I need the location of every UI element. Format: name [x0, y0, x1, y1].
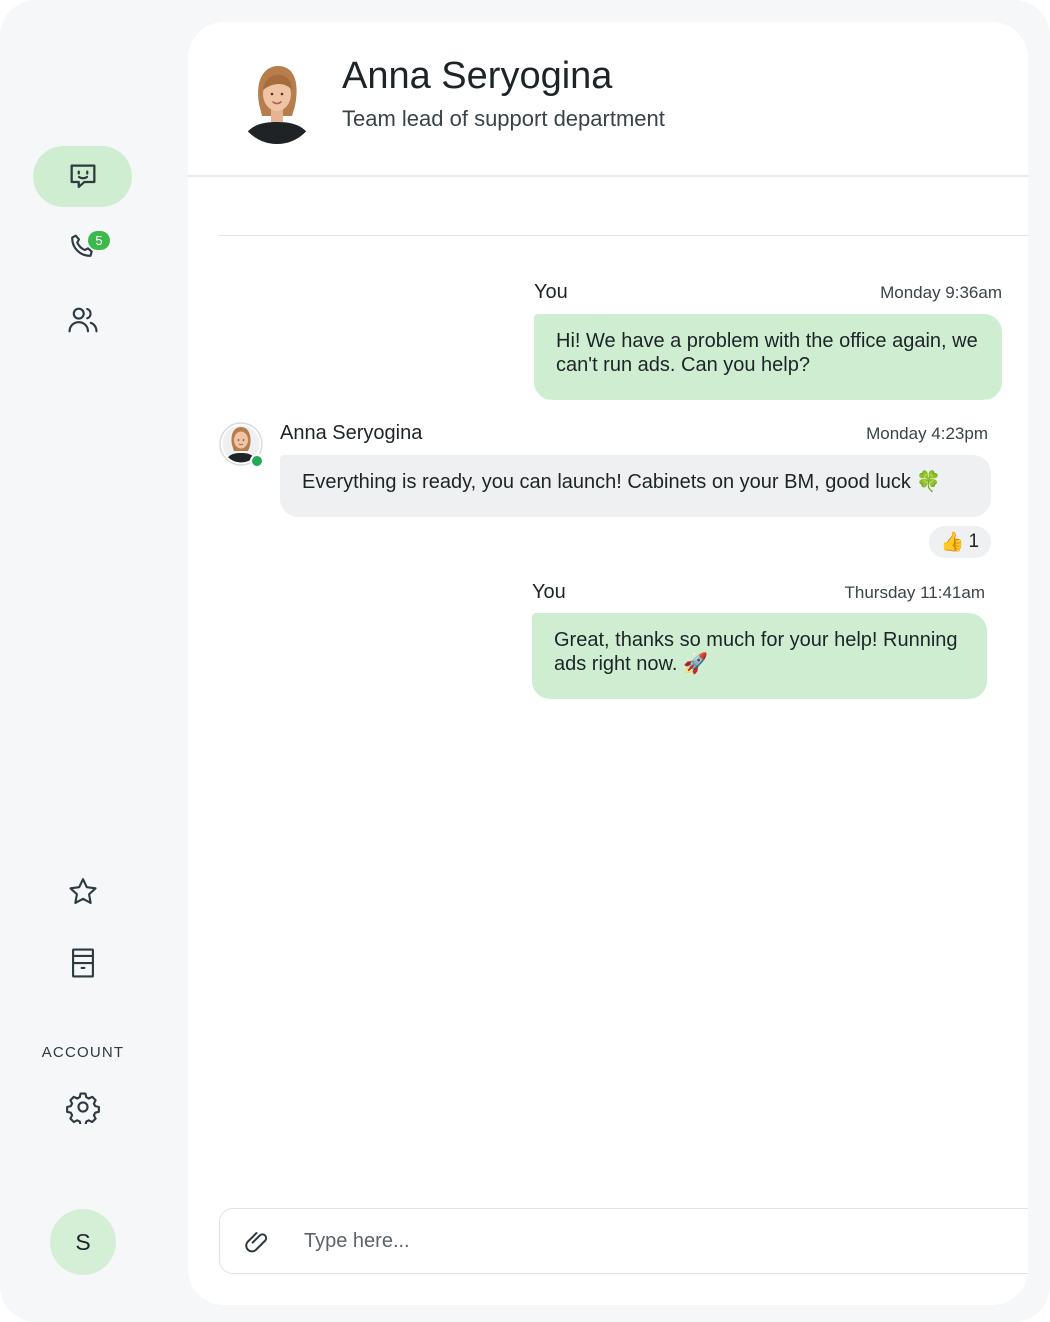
contact-name: Anna Seryogina: [342, 55, 613, 97]
online-status-indicator: [250, 454, 264, 468]
message-input[interactable]: [304, 1222, 1004, 1260]
sidebar-item-calls[interactable]: 5: [52, 216, 114, 278]
gear-icon: [66, 1090, 100, 1124]
message-sender: You: [534, 281, 568, 303]
sidebar-item-archive[interactable]: [52, 932, 114, 994]
reaction-chip[interactable]: 👍 1: [929, 526, 991, 558]
thumbs-up-emoji: 👍: [940, 532, 965, 553]
message-time: Monday 4:23pm: [866, 424, 988, 443]
contact-avatar[interactable]: [236, 60, 318, 144]
sidebar-item-chats[interactable]: [33, 146, 132, 207]
paperclip-icon[interactable]: [242, 1227, 272, 1257]
reaction-count: 1: [968, 531, 980, 552]
calls-count-badge: 5: [88, 231, 110, 250]
archive-icon: [68, 946, 98, 980]
chat-panel: Anna Seryogina Team lead of support depa…: [188, 22, 1028, 1305]
message-meta: You Monday 9:36am: [534, 281, 1002, 304]
message-bubble-outgoing[interactable]: Hi! We have a problem with the office ag…: [534, 314, 1002, 400]
message-sender: Anna Seryogina: [280, 422, 423, 444]
sidebar-item-favorites[interactable]: [52, 861, 114, 923]
sidebar-item-contacts[interactable]: [52, 289, 114, 351]
contact-role: Team lead of support department: [342, 106, 665, 131]
message-bubble-outgoing[interactable]: Great, thanks so much for your help! Run…: [532, 613, 987, 699]
account-section-label: ACCOUNT: [41, 1044, 125, 1061]
message-composer: [219, 1208, 1028, 1274]
star-icon: [66, 875, 100, 909]
user-avatar[interactable]: S: [50, 1209, 116, 1275]
message-meta: You Thursday 11:41am: [532, 581, 985, 604]
message-bubble-incoming[interactable]: Everything is ready, you can launch! Cab…: [280, 455, 991, 517]
header-divider: [188, 175, 1028, 177]
sidebar-item-settings[interactable]: [52, 1076, 114, 1138]
message-meta: Anna Seryogina Monday 4:23pm: [280, 422, 988, 445]
message-time: Thursday 11:41am: [844, 583, 985, 602]
messenger-app: 5 ACCOUNT S Anna Seryogina Team lead of …: [0, 0, 1050, 1322]
message-sender: You: [532, 581, 566, 603]
message-time: Monday 9:36am: [880, 283, 1002, 302]
users-icon: [66, 303, 100, 337]
chat-smile-icon: [66, 160, 100, 194]
messages-divider: [219, 235, 1028, 236]
